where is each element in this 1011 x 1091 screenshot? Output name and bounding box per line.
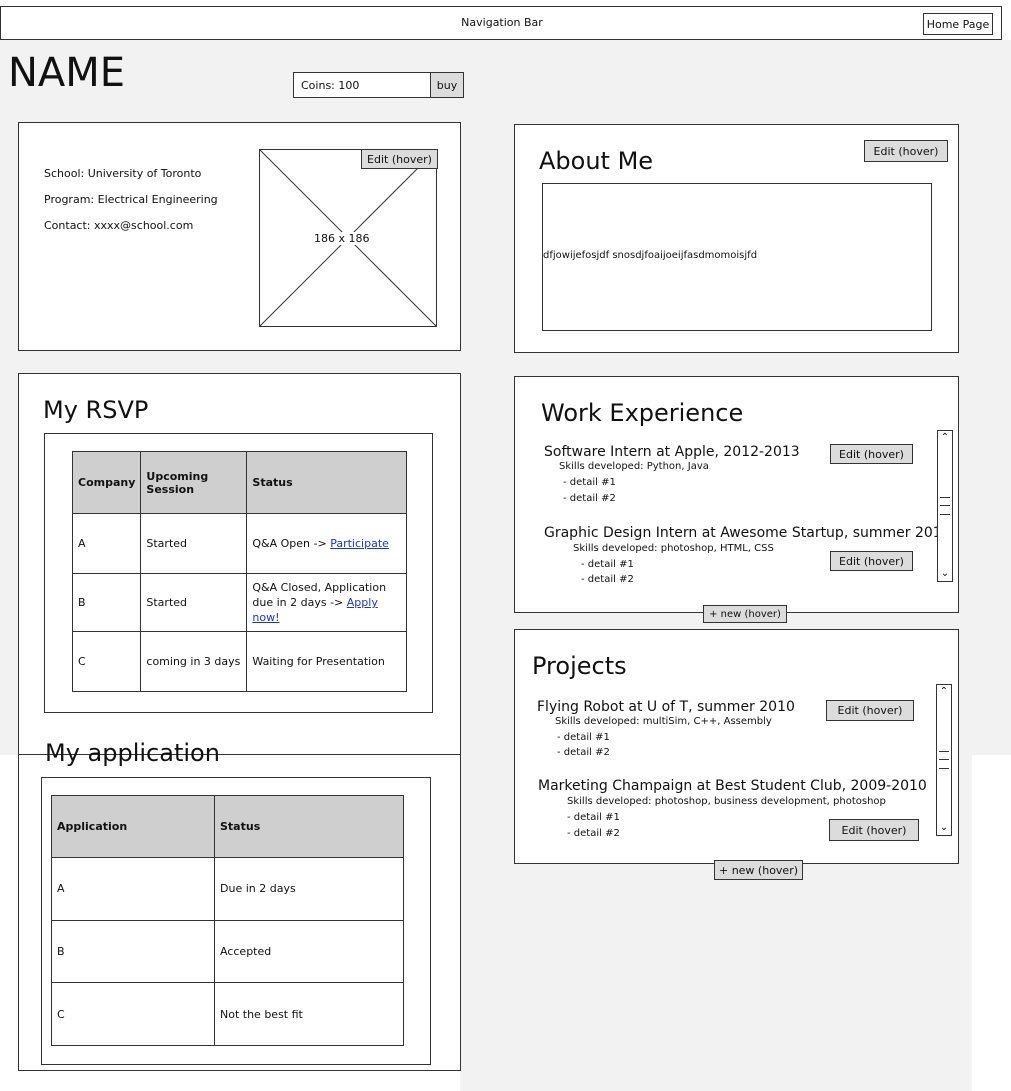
rsvp-table: Company Upcoming Session Status A Starte… <box>71 451 407 692</box>
projects-title: Projects <box>532 652 627 680</box>
profile-info-card: School: University of Toronto Program: E… <box>18 122 461 351</box>
coins-label: Coins: 100 <box>301 79 360 92</box>
rsvp-card: My RSVP Company Upcoming Session Status … <box>18 373 461 755</box>
nav-title: Navigation Bar <box>461 16 543 29</box>
project-entry-skills: Skills developed: multiSim, C++, Assembl… <box>555 716 772 727</box>
profile-name: NAME <box>8 50 126 96</box>
application-table: Application Status A Due in 2 days B Acc… <box>51 795 404 1046</box>
work-entry-detail: - detail #2 <box>563 493 616 504</box>
school-text: School: University of Toronto <box>44 167 202 180</box>
about-edit-button[interactable]: Edit (hover) <box>864 140 948 162</box>
about-me-card: About Me Edit (hover) dfjowijefosjdf sno… <box>514 124 959 353</box>
profile-edit-button[interactable]: Edit (hover) <box>361 149 438 169</box>
contact-text: Contact: xxxx@school.com <box>44 219 194 232</box>
work-edit-button-2[interactable]: Edit (hover) <box>830 551 913 571</box>
about-me-title: About Me <box>539 147 654 175</box>
table-row: A Started Q&A Open -> Participate <box>71 513 407 574</box>
navigation-bar: Navigation Bar Home Page <box>0 6 1002 40</box>
project-entry-detail: - detail #2 <box>567 828 620 839</box>
rsvp-cell-status: Waiting for Presentation <box>246 631 407 692</box>
table-row: C coming in 3 days Waiting for Presentat… <box>71 631 407 692</box>
work-entry-detail: - detail #2 <box>581 574 634 585</box>
work-entry-title: Software Intern at Apple, 2012-2013 <box>544 444 800 460</box>
projects-new-button[interactable]: + new (hover) <box>714 860 803 880</box>
application-card: My application Application Status A Due … <box>18 739 461 1071</box>
rsvp-cell-session: Started <box>140 513 248 574</box>
rsvp-cell-session: Started <box>140 573 248 632</box>
project-edit-button-1[interactable]: Edit (hover) <box>826 700 914 721</box>
project-entry-detail: - detail #1 <box>557 732 610 743</box>
project-entry-skills: Skills developed: photoshop, business de… <box>567 796 886 807</box>
rsvp-header-status: Status <box>246 451 407 514</box>
coins-display: Coins: 100 <box>293 72 431 98</box>
rsvp-cell-company: A <box>71 513 142 574</box>
application-title: My application <box>45 739 220 767</box>
work-new-button[interactable]: + new (hover) <box>703 605 787 623</box>
application-cell-app: C <box>51 982 215 1046</box>
application-cell-status: Not the best fit <box>214 982 404 1046</box>
projects-card: Projects Flying Robot at U of T, summer … <box>514 629 959 880</box>
rsvp-table-frame: Company Upcoming Session Status A Starte… <box>44 433 433 713</box>
scroll-down-arrow-icon[interactable]: ⌄ <box>938 567 952 581</box>
scrollbar-thumb[interactable] <box>940 497 950 515</box>
buy-button[interactable]: buy <box>430 72 464 98</box>
project-entry-title: Flying Robot at U of T, summer 2010 <box>537 699 795 715</box>
application-header-app: Application <box>51 795 215 858</box>
rsvp-cell-status: Q&A Closed, Application due in 2 days ->… <box>246 573 407 632</box>
project-entry-title: Marketing Champaign at Best Student Club… <box>538 778 927 794</box>
about-me-textbox[interactable]: dfjowijefosjdf snosdjfoaijoeijfasdmomois… <box>542 183 932 331</box>
rsvp-header-session: Upcoming Session <box>140 451 248 514</box>
scroll-up-arrow-icon[interactable]: ⌃ <box>937 685 951 699</box>
work-experience-title: Work Experience <box>541 399 744 427</box>
application-cell-status: Due in 2 days <box>214 857 404 921</box>
profile-photo-placeholder: 186 x 186 Edit (hover) <box>259 149 438 327</box>
projects-scrollbar[interactable]: ⌃ ⌄ <box>936 684 952 836</box>
project-entry-detail: - detail #2 <box>557 747 610 758</box>
work-entry-skills: Skills developed: photoshop, HTML, CSS <box>573 543 774 554</box>
photo-size-label: 186 x 186 <box>312 232 372 245</box>
table-row: C Not the best fit <box>51 982 404 1046</box>
work-entry-title: Graphic Design Intern at Awesome Startup… <box>544 525 951 541</box>
rsvp-header-company: Company <box>71 451 142 514</box>
table-row: A Due in 2 days <box>51 857 404 921</box>
application-header-status: Status <box>214 795 404 858</box>
project-edit-button-2[interactable]: Edit (hover) <box>829 819 919 841</box>
rsvp-cell-status: Q&A Open -> Participate <box>246 513 407 574</box>
scroll-up-arrow-icon[interactable]: ⌃ <box>938 431 952 445</box>
about-me-text: dfjowijefosjdf snosdjfoaijoeijfasdmomois… <box>543 250 758 261</box>
project-entry-detail: - detail #1 <box>567 812 620 823</box>
work-edit-button-1[interactable]: Edit (hover) <box>830 444 913 464</box>
application-table-frame: Application Status A Due in 2 days B Acc… <box>41 777 431 1065</box>
home-page-button[interactable]: Home Page <box>923 13 993 35</box>
participate-link[interactable]: Participate <box>330 537 389 550</box>
application-cell-app: B <box>51 919 215 984</box>
program-text: Program: Electrical Engineering <box>44 193 218 206</box>
rsvp-cell-company: C <box>71 631 142 692</box>
rsvp-cell-company: B <box>71 573 142 632</box>
table-row: B Accepted <box>51 919 404 984</box>
work-experience-card: Work Experience Software Intern at Apple… <box>514 376 959 623</box>
work-entry-skills: Skills developed: Python, Java <box>559 461 709 472</box>
work-entry-detail: - detail #1 <box>563 477 616 488</box>
work-entry-detail: - detail #1 <box>581 559 634 570</box>
application-cell-app: A <box>51 857 215 921</box>
status-text: Q&A Open -> <box>252 537 331 550</box>
rsvp-title: My RSVP <box>43 396 149 424</box>
scroll-down-arrow-icon[interactable]: ⌄ <box>937 821 951 835</box>
scrollbar-thumb[interactable] <box>939 751 949 769</box>
work-scrollbar[interactable]: ⌃ ⌄ <box>937 430 953 582</box>
application-cell-status: Accepted <box>214 919 404 984</box>
table-row: B Started Q&A Closed, Application due in… <box>71 573 407 632</box>
rsvp-cell-session: coming in 3 days <box>140 631 248 692</box>
